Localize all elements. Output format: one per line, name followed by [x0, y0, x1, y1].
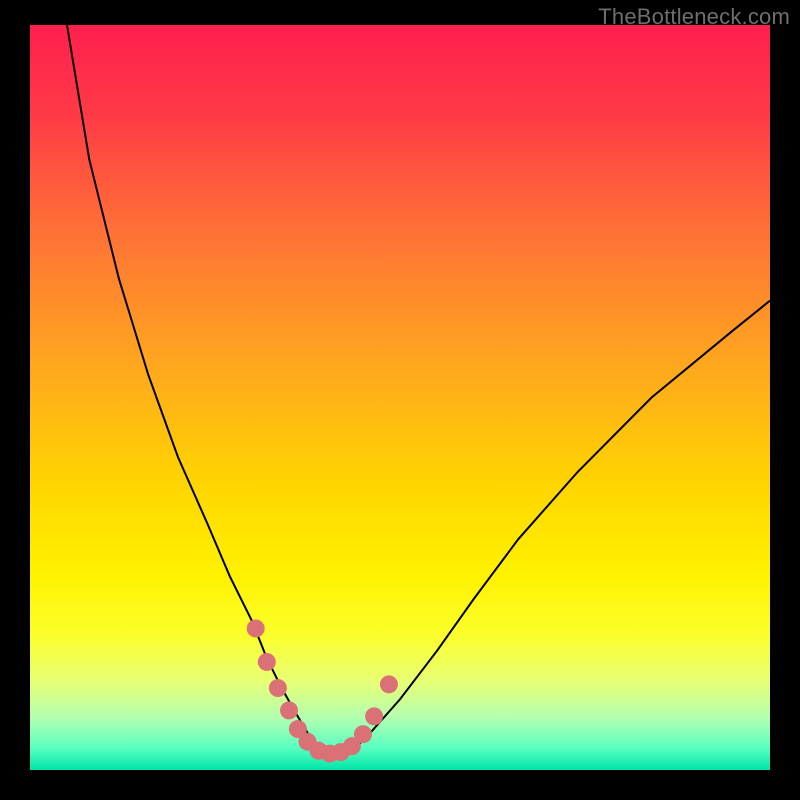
watermark-text: TheBottleneck.com — [598, 4, 790, 30]
marker-dot — [380, 675, 398, 693]
marker-dot — [280, 701, 298, 719]
curve-layer — [30, 25, 770, 770]
marker-dot — [269, 679, 287, 697]
plot-frame — [30, 25, 770, 770]
marker-dot — [365, 707, 383, 725]
bottleneck-curve — [67, 25, 770, 754]
marker-dot — [247, 619, 265, 637]
highlight-markers — [247, 619, 398, 762]
marker-dot — [258, 653, 276, 671]
marker-dot — [354, 725, 372, 743]
